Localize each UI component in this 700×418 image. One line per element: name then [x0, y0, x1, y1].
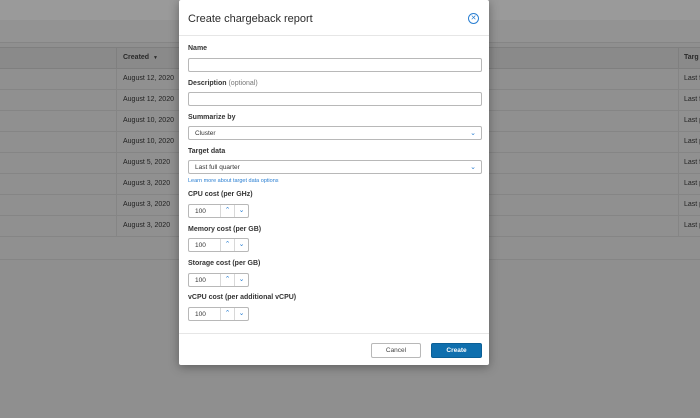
target-cell: Last f	[678, 153, 700, 173]
created-cell: August 5, 2020	[116, 153, 185, 173]
chevron-up-icon[interactable]: ⌃	[220, 308, 234, 320]
target-cell: Last f	[678, 69, 700, 89]
close-icon[interactable]: ✕	[468, 13, 479, 24]
cpu-cost-label: CPU cost (per GHz)	[188, 191, 253, 198]
chevron-down-icon: ⌄	[470, 164, 476, 171]
divider	[179, 35, 489, 36]
vcpu-cost-stepper[interactable]: 100 ⌃ ⌄	[188, 307, 249, 321]
name-input[interactable]	[188, 58, 482, 72]
target-cell: Last f	[678, 90, 700, 110]
chevron-down-icon[interactable]: ⌄	[234, 274, 248, 286]
vcpu-cost-value[interactable]: 100	[195, 308, 206, 321]
dialog-title: Create chargeback report	[188, 13, 313, 25]
cancel-button[interactable]: Cancel	[371, 343, 421, 358]
chevron-up-icon[interactable]: ⌃	[220, 205, 234, 217]
created-cell: August 10, 2020	[116, 132, 185, 152]
vcpu-cost-label: vCPU cost (per additional vCPU)	[188, 294, 297, 301]
target-data-label: Target data	[188, 148, 226, 155]
optional-hint: (optional)	[228, 80, 258, 87]
column-header-target[interactable]: Targ	[678, 48, 699, 68]
created-cell: August 3, 2020	[116, 195, 185, 215]
summarize-by-label: Summarize by	[188, 114, 236, 121]
sort-desc-icon: ▼	[153, 55, 158, 61]
target-data-help-link[interactable]: Learn more about target data options	[188, 178, 279, 184]
chevron-up-icon[interactable]: ⌃	[220, 274, 234, 286]
column-header-created[interactable]: Created ▼	[116, 48, 185, 68]
cpu-cost-value[interactable]: 100	[195, 205, 206, 218]
storage-cost-label: Storage cost (per GB)	[188, 260, 261, 267]
created-cell: August 10, 2020	[116, 111, 185, 131]
created-cell: August 12, 2020	[116, 90, 185, 110]
target-data-value: Last full quarter	[195, 164, 240, 171]
target-cell: Last p	[678, 174, 700, 194]
divider	[179, 333, 489, 334]
target-cell: Last p	[678, 132, 700, 152]
create-button[interactable]: Create	[431, 343, 482, 358]
description-input[interactable]	[188, 92, 482, 106]
column-header-created-label: Created	[123, 54, 150, 61]
chevron-down-icon[interactable]: ⌄	[234, 239, 248, 251]
chevron-up-icon[interactable]: ⌃	[220, 239, 234, 251]
chevron-down-icon[interactable]: ⌄	[234, 308, 248, 320]
summarize-by-select[interactable]: Cluster ⌄	[188, 126, 482, 140]
created-cell: August 12, 2020	[116, 69, 185, 89]
created-cell: August 3, 2020	[116, 174, 185, 194]
memory-cost-stepper[interactable]: 100 ⌃ ⌄	[188, 238, 249, 252]
chevron-down-icon[interactable]: ⌄	[234, 205, 248, 217]
storage-cost-value[interactable]: 100	[195, 274, 206, 287]
description-label: Description (optional)	[188, 80, 258, 87]
storage-cost-stepper[interactable]: 100 ⌃ ⌄	[188, 273, 249, 287]
target-cell: Last p	[678, 111, 700, 131]
target-data-select[interactable]: Last full quarter ⌄	[188, 160, 482, 174]
create-chargeback-report-dialog: Create chargeback report ✕ Name Descript…	[179, 0, 489, 365]
target-cell: Last p	[678, 216, 700, 236]
chevron-down-icon: ⌄	[470, 130, 476, 137]
target-cell: Last p	[678, 195, 700, 215]
cpu-cost-stepper[interactable]: 100 ⌃ ⌄	[188, 204, 249, 218]
description-label-text: Description	[188, 80, 227, 87]
memory-cost-label: Memory cost (per GB)	[188, 226, 262, 233]
memory-cost-value[interactable]: 100	[195, 239, 206, 252]
name-label: Name	[188, 45, 208, 52]
summarize-by-value: Cluster	[195, 130, 216, 137]
created-cell: August 3, 2020	[116, 216, 185, 236]
